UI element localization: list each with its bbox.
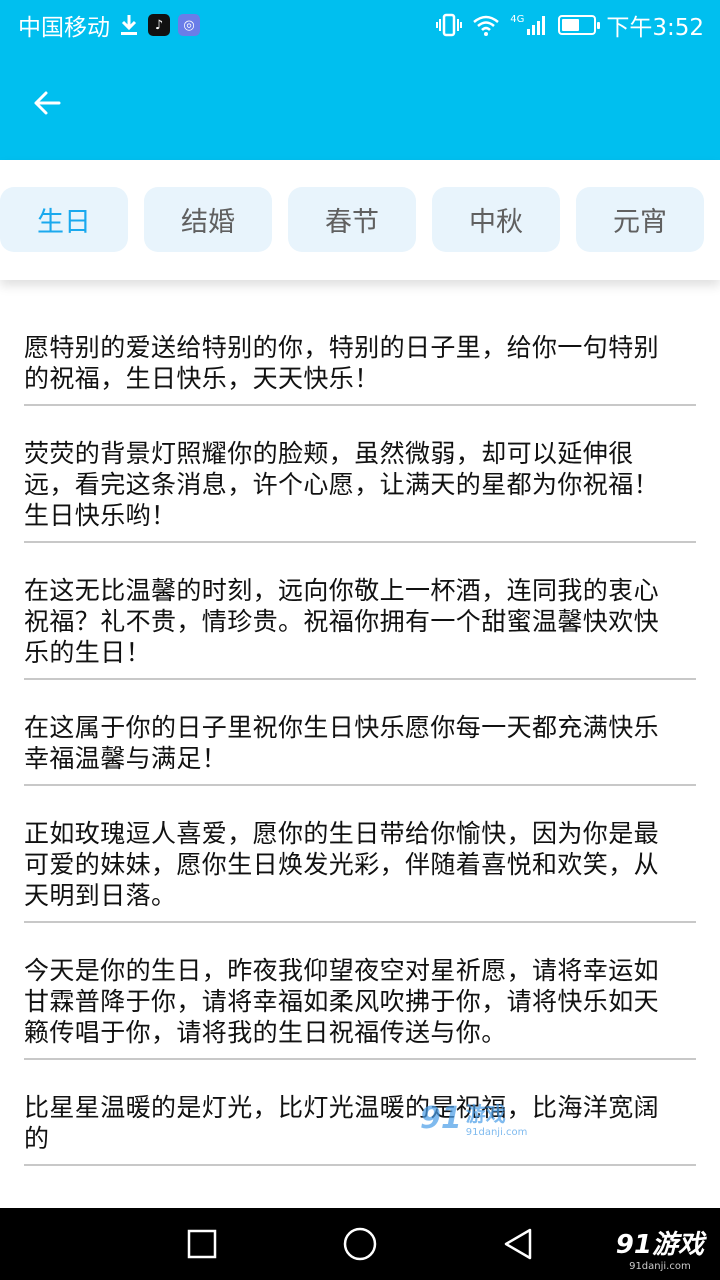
message-list[interactable]: 愿特别的爱送给特别的你，特别的日子里，给你一句特别的祝福，生日快乐，天天快乐！ … bbox=[24, 300, 720, 1208]
nav-watermark-brand: 91游戏 bbox=[616, 1224, 704, 1261]
status-bar: 中国移动 ♪ ◎ 4G 下午3:52 bbox=[0, 0, 720, 50]
tab-mid-autumn[interactable]: 中秋 bbox=[432, 187, 560, 252]
app-bar bbox=[0, 50, 720, 160]
category-tabs: 生日 结婚 春节 中秋 元宵 bbox=[0, 160, 720, 280]
nav-watermark-name: 游戏 bbox=[651, 1230, 704, 1260]
back-button[interactable] bbox=[22, 78, 72, 128]
arrow-left-icon bbox=[34, 91, 61, 115]
message-text: 比星星温暖的是灯光，比灯光温暖的是祝福，比海洋宽阔的 bbox=[24, 1093, 660, 1153]
list-item[interactable]: 在这属于你的日子里祝你生日快乐愿你每一天都充满快乐幸福温馨与满足！ bbox=[24, 680, 696, 786]
recents-button[interactable] bbox=[182, 1224, 222, 1264]
list-item[interactable]: 荧荧的背景灯照耀你的脸颊，虽然微弱，却可以延伸很远，看完这条消息，许个心愿，让满… bbox=[24, 406, 696, 543]
watermark-site: 91danji.com bbox=[465, 1127, 528, 1138]
watermark-logo: 91 bbox=[420, 1100, 462, 1136]
tab-lantern-festival[interactable]: 元宵 bbox=[576, 187, 704, 252]
watermark-name: 游戏 bbox=[465, 1102, 506, 1126]
battery-icon bbox=[558, 15, 601, 35]
network-type-label: 4G bbox=[510, 14, 525, 25]
watermark-text: 游戏 91danji.com bbox=[466, 1098, 528, 1138]
message-text: 愿特别的爱送给特别的你，特别的日子里，给你一句特别的祝福，生日快乐，天天快乐！ bbox=[24, 333, 660, 393]
list-item[interactable]: 比星星温暖的是灯光，比灯光温暖的是祝福，比海洋宽阔的 bbox=[24, 1060, 696, 1166]
status-left: 中国移动 ♪ ◎ bbox=[18, 8, 200, 42]
status-right: 4G 下午3:52 bbox=[436, 8, 704, 42]
nav-watermark-site: 91danji.com bbox=[629, 1261, 691, 1272]
message-text: 在这属于你的日子里祝你生日快乐愿你每一天都充满快乐幸福温馨与满足！ bbox=[24, 713, 660, 773]
tab-spring-festival[interactable]: 春节 bbox=[288, 187, 416, 252]
triangle-back-icon bbox=[504, 1228, 532, 1260]
battery-fill bbox=[562, 19, 579, 31]
message-text: 在这无比温馨的时刻，远向你敬上一杯酒，连同我的衷心祝福？礼不贵，情珍贵。祝福你拥… bbox=[24, 576, 660, 667]
message-text: 正如玫瑰逗人喜爱，愿你的生日带给你愉快，因为你是最可爱的妹妹，愿你生日焕发光彩，… bbox=[24, 819, 660, 910]
list-item[interactable]: 在这无比温馨的时刻，远向你敬上一杯酒，连同我的衷心祝福？礼不贵，情珍贵。祝福你拥… bbox=[24, 543, 696, 680]
download-icon bbox=[121, 15, 137, 35]
tab-label: 元宵 bbox=[613, 207, 667, 238]
message-text: 今天是你的生日，昨夜我仰望夜空对星祈愿，请将幸运如甘霖普降于你，请将幸福如柔风吹… bbox=[24, 956, 660, 1047]
square-icon bbox=[187, 1229, 217, 1259]
tiktok-icon: ♪ bbox=[148, 14, 170, 36]
watermark: 91 游戏 91danji.com bbox=[420, 1098, 528, 1139]
tab-label: 结婚 bbox=[181, 207, 235, 238]
back-nav-button[interactable] bbox=[498, 1224, 538, 1264]
tab-label: 生日 bbox=[37, 207, 91, 238]
list-item[interactable]: 愿特别的爱送给特别的你，特别的日子里，给你一句特别的祝福，生日快乐，天天快乐！ bbox=[24, 300, 696, 406]
app-notification-icon: ◎ bbox=[178, 14, 200, 36]
tab-label: 中秋 bbox=[469, 207, 523, 238]
list-item[interactable]: 今天是你的生日，昨夜我仰望夜空对星祈愿，请将幸运如甘霖普降于你，请将幸福如柔风吹… bbox=[24, 923, 696, 1060]
status-time: 下午3:52 bbox=[606, 15, 704, 41]
signal-icon bbox=[527, 16, 546, 35]
home-button[interactable] bbox=[340, 1224, 380, 1264]
nav-watermark: 91游戏 91danji.com bbox=[616, 1224, 704, 1272]
tab-strip: 生日 结婚 春节 中秋 元宵 bbox=[0, 187, 704, 252]
tab-birthday[interactable]: 生日 bbox=[0, 187, 128, 252]
message-text: 荧荧的背景灯照耀你的脸颊，虽然微弱，却可以延伸很远，看完这条消息，许个心愿，让满… bbox=[24, 439, 660, 530]
navigation-bar: 91游戏 91danji.com bbox=[0, 1208, 720, 1280]
tab-label: 春节 bbox=[325, 207, 379, 238]
vibrate-icon bbox=[436, 13, 463, 37]
list-item[interactable]: 正如玫瑰逗人喜爱，愿你的生日带给你愉快，因为你是最可爱的妹妹，愿你生日焕发光彩，… bbox=[24, 786, 696, 923]
carrier-label: 中国移动 bbox=[18, 15, 110, 41]
tab-wedding[interactable]: 结婚 bbox=[144, 187, 272, 252]
cell-signal: 4G bbox=[510, 14, 548, 36]
circle-icon bbox=[343, 1227, 377, 1261]
wifi-icon bbox=[473, 15, 500, 36]
nav-watermark-logo: 91 bbox=[615, 1230, 652, 1260]
